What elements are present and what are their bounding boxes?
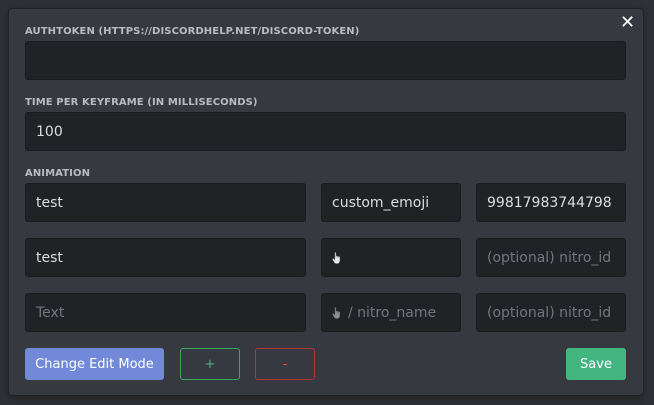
remove-frame-button[interactable]: - xyxy=(255,348,315,380)
frame-emoji-input[interactable]: / nitro_name xyxy=(321,293,461,332)
change-edit-mode-button[interactable]: Change Edit Mode xyxy=(25,348,164,380)
frame-nitro-id-input[interactable]: (optional) nitro_id xyxy=(476,238,626,277)
frame-text-input[interactable]: test xyxy=(25,238,306,277)
save-button[interactable]: Save xyxy=(566,348,626,380)
interval-input[interactable]: 100 xyxy=(25,112,626,151)
pointing-hand-icon xyxy=(332,306,340,319)
frame-text-input[interactable]: Text xyxy=(25,293,306,332)
authtoken-label: AUTHTOKEN (HTTPS://DISCORDHELP.NET/DISCO… xyxy=(25,26,360,37)
frame-nitro-id-input[interactable]: 99817983744798 xyxy=(476,183,626,222)
emoji-placeholder-text: / nitro_name xyxy=(348,304,437,321)
add-frame-button[interactable]: + xyxy=(180,348,240,380)
frame-nitro-id-input[interactable]: (optional) nitro_id xyxy=(476,293,626,332)
frame-text-input[interactable]: test xyxy=(25,183,306,222)
interval-label: TIME PER KEYFRAME (IN MILLISECONDS) xyxy=(25,97,258,108)
authtoken-input[interactable] xyxy=(25,41,626,80)
settings-modal: ✕ AUTHTOKEN (HTTPS://DISCORDHELP.NET/DIS… xyxy=(8,8,644,396)
frame-emoji-input[interactable]: custom_emoji xyxy=(321,183,461,222)
frame-emoji-input[interactable] xyxy=(321,238,461,277)
pointing-hand-icon xyxy=(332,251,340,264)
close-icon[interactable]: ✕ xyxy=(620,14,635,32)
animation-label: ANIMATION xyxy=(25,168,91,179)
